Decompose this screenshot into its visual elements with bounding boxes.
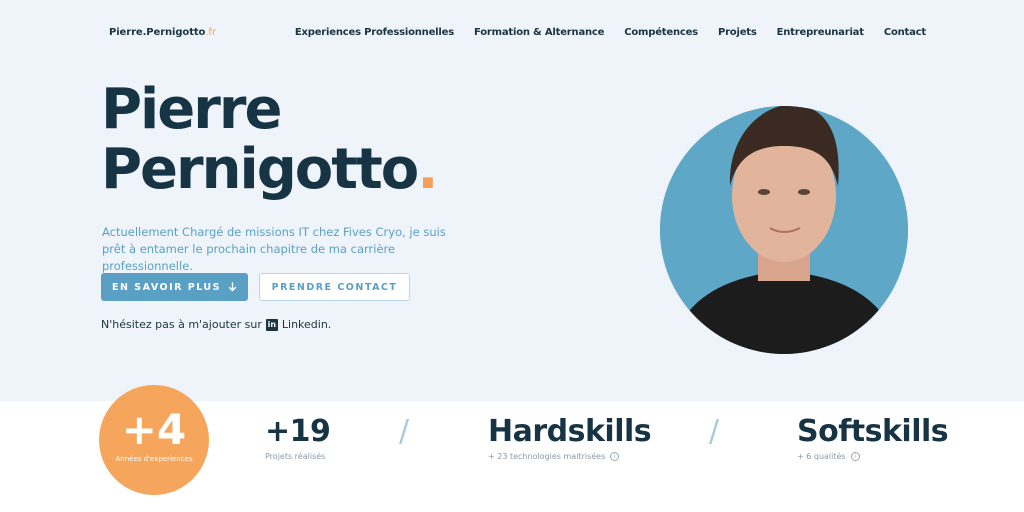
contact-label: PRENDRE CONTACT bbox=[271, 281, 398, 293]
site-logo[interactable]: Pierre.Pernigotto.fr bbox=[109, 27, 216, 38]
experience-badge: +4 Années d'experiences bbox=[99, 385, 209, 495]
stat-hardskills-label: + 23 technologies maitrisées bbox=[488, 452, 606, 461]
nav-competences[interactable]: Compétences bbox=[624, 27, 698, 38]
info-icon[interactable]: i bbox=[850, 452, 860, 461]
stat-hardskills: Hardskills + 23 technologies maitrisées … bbox=[488, 414, 652, 461]
stat-softskills-value: Softskills bbox=[797, 414, 949, 449]
logo-tld: .fr bbox=[205, 27, 216, 38]
contact-button[interactable]: PRENDRE CONTACT bbox=[259, 273, 410, 301]
stat-projects-value: +19 bbox=[265, 414, 331, 449]
nav-contact[interactable]: Contact bbox=[884, 27, 926, 38]
linkedin-icon[interactable]: in bbox=[265, 318, 278, 331]
experience-years: +4 bbox=[121, 405, 187, 454]
experience-caption: Années d'experiences bbox=[115, 455, 193, 463]
nav-formation[interactable]: Formation & Alternance bbox=[474, 27, 604, 38]
hero-description: Actuellement Chargé de missions IT chez … bbox=[102, 225, 446, 273]
info-icon[interactable]: i bbox=[610, 452, 620, 461]
nav-projets[interactable]: Projets bbox=[718, 27, 757, 38]
main-nav: Experiences Professionnelles Formation &… bbox=[295, 27, 926, 38]
hero-section: Pierre.Pernigotto.fr Experiences Profess… bbox=[0, 0, 1024, 401]
nav-experiences[interactable]: Experiences Professionnelles bbox=[295, 27, 454, 38]
learn-more-button[interactable]: EN SAVOIR PLUS bbox=[101, 273, 248, 301]
title-line-1: Pierre bbox=[101, 77, 282, 142]
learn-more-label: EN SAVOIR PLUS bbox=[112, 281, 221, 293]
nav-entrepreunariat[interactable]: Entrepreunariat bbox=[777, 27, 864, 38]
linkedin-prefix: N'hésitez pas à m'ajouter sur bbox=[101, 318, 262, 331]
stat-projects-label: Projets réalisés bbox=[265, 452, 326, 461]
separator-1: / bbox=[399, 414, 410, 449]
stat-hardskills-caption: + 23 technologies maitrisées i bbox=[488, 452, 651, 461]
title-dot: . bbox=[417, 137, 438, 202]
linkedin-link[interactable]: Linkedin. bbox=[282, 318, 331, 331]
page-title: Pierre Pernigotto. bbox=[101, 77, 439, 202]
stat-projects: +19 Projets réalisés bbox=[265, 414, 331, 462]
title-line-2: Pernigotto bbox=[101, 137, 419, 202]
profile-photo bbox=[660, 106, 908, 354]
stat-softskills-label: + 6 qualités bbox=[797, 452, 846, 461]
separator-2: / bbox=[709, 414, 720, 449]
stat-projects-caption: Projets réalisés bbox=[265, 452, 330, 461]
stat-hardskills-value: Hardskills bbox=[488, 414, 652, 449]
portrait-illustration bbox=[660, 106, 908, 354]
linkedin-line: N'hésitez pas à m'ajouter sur in Linkedi… bbox=[101, 318, 331, 331]
stat-softskills-caption: + 6 qualités i bbox=[797, 452, 948, 461]
arrow-down-icon bbox=[228, 282, 237, 292]
stat-softskills: Softskills + 6 qualités i bbox=[797, 414, 949, 461]
logo-main: Pierre.Pernigotto bbox=[109, 27, 206, 38]
